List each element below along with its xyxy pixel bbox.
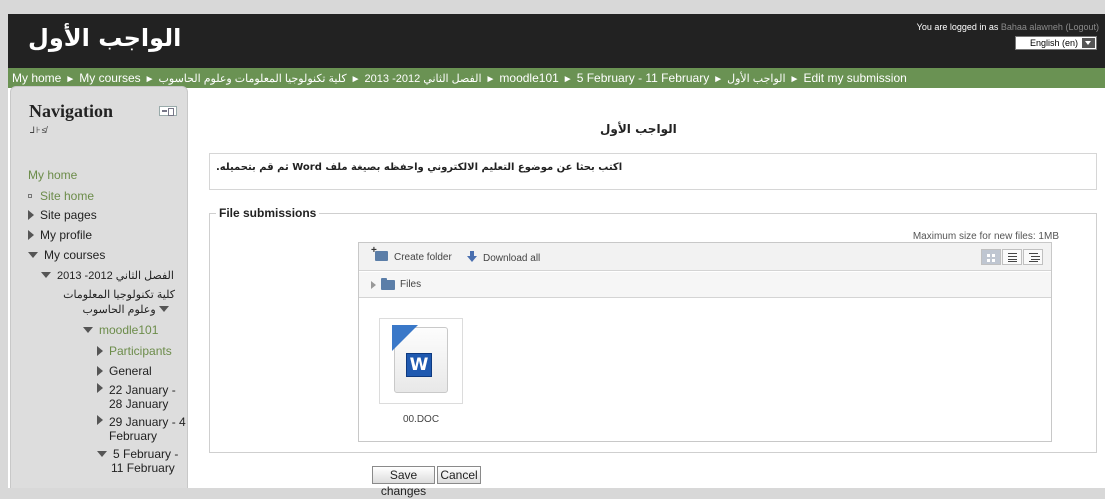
nav-week-3[interactable]: 5 February - 11 February <box>97 447 187 475</box>
nav-week-3-label: 5 February - 11 February <box>111 447 179 475</box>
expand-arrow-icon <box>97 415 103 425</box>
tree-view-icon[interactable] <box>1023 249 1043 265</box>
path-arrow-icon <box>371 281 376 289</box>
navigation-dock-icon[interactable]: ⅃⊦≰ <box>30 125 48 136</box>
expand-arrow-icon <box>97 346 103 356</box>
nav-my-profile[interactable]: My profile <box>28 228 92 242</box>
bullet-icon <box>28 194 32 198</box>
nav-participants[interactable]: Participants <box>97 344 172 358</box>
header: الواجب الأول You are logged in as Bahaa … <box>8 14 1105 68</box>
breadcrumb-separator-icon: ► <box>485 74 496 85</box>
breadcrumb-faculty[interactable]: كلية تكنولوجيا المعلومات وعلوم الحاسوب <box>159 73 347 85</box>
logout-link[interactable]: (Logout) <box>1065 22 1099 32</box>
download-icon <box>467 251 477 262</box>
login-info: You are logged in as Bahaa alawneh (Logo… <box>917 22 1099 32</box>
page-title: الواجب الأول <box>600 122 677 136</box>
nav-site-home-label: Site home <box>40 189 95 203</box>
breadcrumb-separator-icon: ► <box>144 74 155 85</box>
icon-view-icon[interactable] <box>981 249 1001 265</box>
breadcrumb-semester[interactable]: الفصل الثاني 2012- 2013 <box>365 73 482 85</box>
nav-week-2-label: 29 January - 4 February <box>109 415 186 443</box>
nav-general[interactable]: General <box>97 364 152 378</box>
save-changes-button[interactable]: Save changes <box>372 466 435 498</box>
file-tile[interactable]: W <box>379 318 463 404</box>
collapse-arrow-icon <box>41 272 51 278</box>
collapse-arrow-icon <box>28 252 38 258</box>
nav-my-home[interactable]: My home <box>28 168 77 182</box>
nav-course-label: moodle101 <box>99 323 159 337</box>
breadcrumb: My home ► My courses ► كلية تكنولوجيا المعلو… <box>8 68 1105 88</box>
view-toggle <box>981 249 1043 265</box>
user-link[interactable]: Bahaa alawneh <box>1001 22 1063 32</box>
nav-participants-label: Participants <box>109 344 172 358</box>
list-view-icon[interactable] <box>1002 249 1022 265</box>
nav-faculty[interactable]: كلية تكنولوجيا المعلومات وعلوم الحاسوب <box>51 287 175 317</box>
file-manager: Create folder Download all Files W 00.DO… <box>358 242 1052 442</box>
max-size-note: Maximum size for new files: 1MB <box>912 231 1059 242</box>
document-ribbon <box>392 325 418 351</box>
create-folder-label: Create folder <box>394 252 452 263</box>
cancel-button[interactable]: Cancel <box>437 466 481 484</box>
login-prefix: You are logged in as <box>916 22 1001 32</box>
collapse-arrow-icon <box>159 306 169 312</box>
collapse-arrow-icon <box>97 451 107 457</box>
breadcrumb-my-courses[interactable]: My courses <box>79 71 140 85</box>
breadcrumb-separator-icon: ► <box>713 74 724 85</box>
nav-my-profile-label: My profile <box>40 228 93 242</box>
breadcrumb-separator-icon: ► <box>350 74 361 85</box>
breadcrumb-current: Edit my submission <box>803 71 907 85</box>
breadcrumb-course[interactable]: moodle101 <box>499 71 558 85</box>
nav-site-pages-label: Site pages <box>40 208 97 222</box>
nav-semester[interactable]: الفصل الثاني 2012- 2013 <box>41 268 174 282</box>
word-logo: W <box>406 353 432 377</box>
word-document-icon: W <box>388 325 452 395</box>
intro-text: اكتب بحثا عن موضوع التعليم الالكتروني وا… <box>216 162 623 173</box>
file-submissions-legend: File submissions <box>216 206 320 220</box>
expand-arrow-icon <box>28 230 34 240</box>
file-manager-toolbar: Create folder Download all <box>359 243 1051 271</box>
assignment-intro: اكتب بحثا عن موضوع التعليم الالكتروني وا… <box>209 153 1097 190</box>
file-name[interactable]: 00.DOC <box>379 414 463 425</box>
navigation-block: Navigation ⅃⊦≰ My home Site home Site pa… <box>10 86 188 488</box>
collapse-block-icon[interactable] <box>159 106 177 116</box>
chevron-down-icon <box>1082 38 1095 48</box>
nav-site-home[interactable]: Site home <box>28 189 94 203</box>
path-files-link[interactable]: Files <box>400 279 421 290</box>
breadcrumb-separator-icon: ► <box>789 74 800 85</box>
create-folder-button[interactable]: Create folder <box>371 245 452 263</box>
nav-my-courses-label: My courses <box>44 248 106 262</box>
nav-course[interactable]: moodle101 <box>83 323 158 337</box>
nav-week-1[interactable]: 22 January - 28 January <box>97 383 187 411</box>
breadcrumb-assignment[interactable]: الواجب الأول <box>727 73 785 85</box>
folder-icon <box>381 278 395 290</box>
breadcrumb-separator-icon: ► <box>562 74 573 85</box>
breadcrumb-week[interactable]: 5 February - 11 February <box>577 71 710 85</box>
expand-arrow-icon <box>97 383 103 393</box>
nav-semester-label: الفصل الثاني 2012- 2013 <box>57 270 174 282</box>
nav-week-2[interactable]: 29 January - 4 February <box>97 415 187 443</box>
breadcrumb-my-home[interactable]: My home <box>12 71 61 85</box>
site-title: الواجب الأول <box>28 24 182 52</box>
expand-arrow-icon <box>97 366 103 376</box>
file-manager-path: Files <box>359 272 1051 298</box>
nav-site-pages[interactable]: Site pages <box>28 208 97 222</box>
create-folder-icon <box>371 245 388 261</box>
language-select[interactable]: English (en) <box>1015 36 1097 50</box>
nav-my-home-label: My home <box>28 168 78 182</box>
breadcrumb-separator-icon: ► <box>65 74 76 85</box>
nav-general-label: General <box>109 364 152 378</box>
download-all-label: Download all <box>483 253 541 264</box>
download-all-button[interactable]: Download all <box>467 251 540 264</box>
navigation-title: Navigation <box>29 101 114 121</box>
language-value: English (en) <box>1029 38 1078 48</box>
nav-my-courses[interactable]: My courses <box>28 248 105 262</box>
expand-arrow-icon <box>28 210 34 220</box>
collapse-arrow-icon <box>83 327 93 333</box>
nav-week-1-label: 22 January - 28 January <box>109 383 176 411</box>
